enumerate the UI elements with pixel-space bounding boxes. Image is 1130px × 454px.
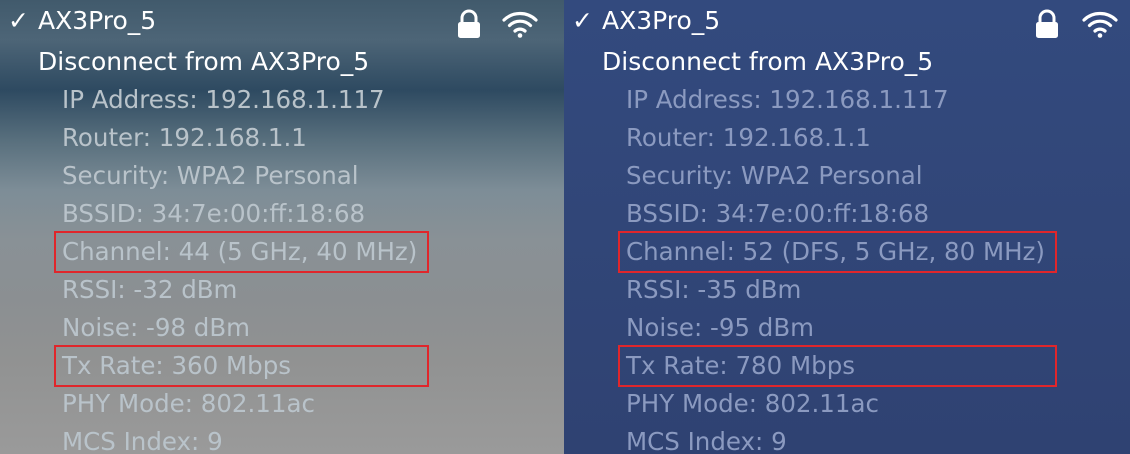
detail-mcs-index: MCS Index: 9 xyxy=(626,427,787,454)
detail-bssid: BSSID: 34:7e:00:ff:18:68 xyxy=(626,199,930,228)
checkmark-icon: ✓ xyxy=(8,6,29,35)
detail-ip-address: IP Address: 192.168.1.117 xyxy=(626,85,949,114)
detail-noise: Noise: -98 dBm xyxy=(62,313,251,342)
comparison-screenshot: ✓ AX3Pro_5 Disconnect from AX3Pro_5 IP A… xyxy=(0,0,1130,454)
network-name: AX3Pro_5 xyxy=(602,6,721,35)
detail-rssi: RSSI: -32 dBm xyxy=(62,275,238,304)
wifi-menu-left: ✓ AX3Pro_5 Disconnect from AX3Pro_5 IP A… xyxy=(0,0,564,454)
detail-phy-mode: PHY Mode: 802.11ac xyxy=(62,389,315,418)
network-item[interactable]: ✓ AX3Pro_5 xyxy=(564,0,1130,44)
detail-router: Router: 192.168.1.1 xyxy=(626,123,871,152)
network-item[interactable]: ✓ AX3Pro_5 xyxy=(0,0,564,44)
detail-tx-rate: Tx Rate: 360 Mbps xyxy=(54,345,430,387)
detail-channel: Channel: 44 (5 GHz, 40 MHz) xyxy=(54,231,430,273)
detail-tx-rate-text: Tx Rate: 780 Mbps xyxy=(626,351,856,380)
checkmark-icon: ✓ xyxy=(572,6,593,35)
detail-noise: Noise: -95 dBm xyxy=(626,313,815,342)
detail-ip-address: IP Address: 192.168.1.117 xyxy=(62,85,385,114)
detail-router: Router: 192.168.1.1 xyxy=(62,123,307,152)
network-name: AX3Pro_5 xyxy=(38,6,157,35)
lock-icon xyxy=(1036,9,1058,38)
detail-tx-rate-text: Tx Rate: 360 Mbps xyxy=(62,351,292,380)
detail-rssi: RSSI: -35 dBm xyxy=(626,275,802,304)
detail-channel-text: Channel: 52 (DFS, 5 GHz, 80 MHz) xyxy=(626,237,1045,266)
detail-phy-mode: PHY Mode: 802.11ac xyxy=(626,389,879,418)
network-details-list: IP Address: 192.168.1.117 Router: 192.16… xyxy=(54,82,430,454)
detail-security: Security: WPA2 Personal xyxy=(626,161,923,190)
detail-bssid: BSSID: 34:7e:00:ff:18:68 xyxy=(62,199,366,228)
lock-icon xyxy=(458,9,480,38)
detail-channel-text: Channel: 44 (5 GHz, 40 MHz) xyxy=(62,237,418,266)
detail-channel: Channel: 52 (DFS, 5 GHz, 80 MHz) xyxy=(618,231,1057,273)
detail-mcs-index: MCS Index: 9 xyxy=(62,427,223,454)
network-details-list: IP Address: 192.168.1.117 Router: 192.16… xyxy=(618,82,1057,454)
disconnect-menu-item[interactable]: Disconnect from AX3Pro_5 xyxy=(602,46,933,78)
wifi-icon xyxy=(502,12,538,38)
disconnect-menu-item[interactable]: Disconnect from AX3Pro_5 xyxy=(38,46,369,78)
detail-tx-rate: Tx Rate: 780 Mbps xyxy=(618,345,1057,387)
wifi-icon xyxy=(1082,12,1118,38)
detail-security: Security: WPA2 Personal xyxy=(62,161,359,190)
wifi-menu-right: ✓ AX3Pro_5 Disconnect from AX3Pro_5 IP A… xyxy=(564,0,1130,454)
